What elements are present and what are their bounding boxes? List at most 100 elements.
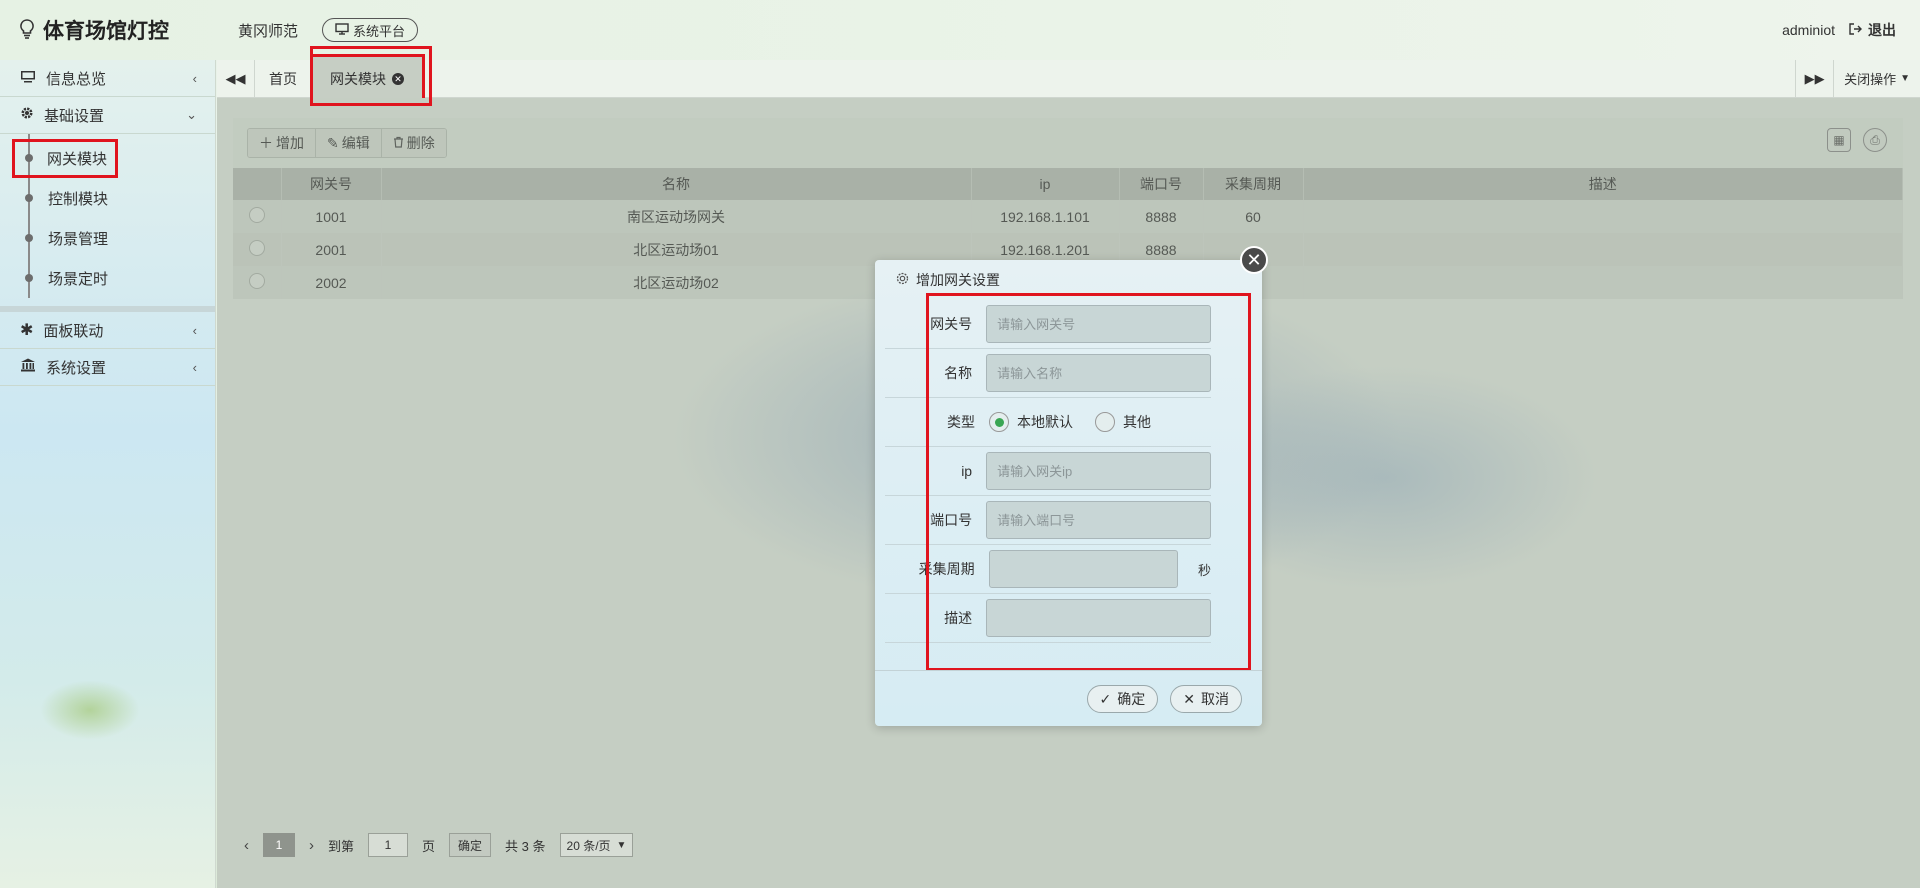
sidebar-item-scene-management[interactable]: 场景管理 xyxy=(0,218,215,258)
organization-name: 黄冈师范 xyxy=(238,22,299,40)
page-unit-label: 页 xyxy=(422,838,436,854)
sidebar-item-label: 控制模块 xyxy=(48,190,109,208)
cancel-label: 取消 xyxy=(1201,691,1229,707)
sidebar-item-label: 系统设置 xyxy=(46,359,107,377)
cell-port: 8888 xyxy=(1119,200,1204,233)
tab-scroll-right-button[interactable]: ▶▶ xyxy=(1795,60,1833,97)
current-page[interactable]: 1 xyxy=(263,833,295,857)
sidebar-item-basic-settings[interactable]: 基础设置 ⌄ xyxy=(0,97,215,134)
sidebar-item-label: 场景定时 xyxy=(48,270,109,288)
header-user-area: adminiot 退出 xyxy=(1782,20,1920,40)
table-header-row: 网关号 名称 ip 端口号 采集周期 描述 xyxy=(233,168,1903,200)
sidebar-item-panel-linkage[interactable]: ✱ 面板联动 ‹ xyxy=(0,312,215,349)
cell-gateway-id: 2001 xyxy=(281,233,382,266)
chevron-left-icon: ‹ xyxy=(192,322,197,338)
table-header: 描述 xyxy=(1303,168,1903,200)
tab-spacer xyxy=(423,60,1795,97)
edit-button[interactable]: ✎ 编辑 xyxy=(316,129,382,157)
double-chevron-left-icon: ◀◀ xyxy=(225,70,246,86)
close-icon[interactable]: ✕ xyxy=(392,73,404,85)
radio-icon[interactable] xyxy=(248,240,265,256)
double-chevron-right-icon: ▶▶ xyxy=(1804,70,1825,86)
close-dialog-button[interactable]: ✕ xyxy=(1240,246,1268,274)
logout-button[interactable]: 退出 xyxy=(1849,20,1896,40)
cell-gateway-id: 2002 xyxy=(281,266,382,299)
add-button[interactable]: ＋ 增加 xyxy=(248,129,316,157)
table-header: 端口号 xyxy=(1119,168,1204,200)
page-size-select[interactable]: 20 条/页 ▼ xyxy=(559,833,634,857)
table-header: 名称 xyxy=(381,168,972,200)
dialog-title: 增加网关设置 xyxy=(895,270,1000,290)
plus-icon: ＋ xyxy=(259,135,273,151)
goto-page-input[interactable]: 1 xyxy=(368,833,409,857)
x-icon: ✕ xyxy=(1183,690,1195,707)
sidebar-item-system-settings[interactable]: 系统设置 ‹ xyxy=(0,349,215,386)
cell-period: 60 xyxy=(1203,200,1304,233)
sidebar-item-control-module[interactable]: 控制模块 xyxy=(0,178,215,218)
sidebar-item-overview[interactable]: 信息总览 ‹ xyxy=(0,60,215,97)
form-highlight-box xyxy=(926,293,1251,671)
asterisk-icon: ✱ xyxy=(20,322,34,339)
cell-ip: 192.168.1.101 xyxy=(971,200,1120,233)
username: adminiot xyxy=(1782,22,1835,38)
close-icon: ✕ xyxy=(1246,249,1262,270)
cell-desc xyxy=(1303,233,1903,266)
table-row[interactable]: 1001 南区运动场网关 192.168.1.101 8888 60 xyxy=(233,200,1903,233)
delete-button[interactable]: 删除 xyxy=(381,129,446,157)
page-size-value: 20 条/页 xyxy=(566,838,611,853)
close-operations-label: 关闭操作 xyxy=(1844,72,1897,87)
sidebar-item-scene-timer[interactable]: 场景定时 xyxy=(0,258,215,298)
table-tools: ▦ ⎙ xyxy=(1827,128,1887,152)
add-label: 增加 xyxy=(276,135,304,151)
top-header: 体育场馆灯控 黄冈师范 系统平台 adminiot 退出 xyxy=(0,0,1920,60)
monitor-icon xyxy=(20,70,36,87)
dialog-footer: ✓ 确定 ✕ 取消 xyxy=(1086,685,1242,713)
sidebar: 信息总览 ‹ 基础设置 ⌄ 网关模块 控制模块 场景管理 场景定时 ✱ 面板联动… xyxy=(0,60,216,888)
goto-label: 到第 xyxy=(328,838,355,854)
radio-icon[interactable] xyxy=(248,273,265,289)
lightbulb-icon xyxy=(20,18,34,42)
cell-desc xyxy=(1303,200,1903,233)
system-platform-label: 系统平台 xyxy=(353,23,406,39)
row-select[interactable] xyxy=(233,233,282,266)
toolbar: ＋ 增加 ✎ 编辑 删除 xyxy=(247,128,447,158)
columns-toggle-button[interactable]: ▦ xyxy=(1827,128,1851,152)
sidebar-item-label: 基础设置 xyxy=(44,107,105,125)
logout-label: 退出 xyxy=(1868,22,1896,38)
sidebar-item-gateway-module[interactable]: 网关模块 xyxy=(0,138,215,178)
chevron-left-icon[interactable]: ‹ xyxy=(244,837,249,854)
cell-desc xyxy=(1303,266,1903,299)
brand: 体育场馆灯控 xyxy=(0,15,216,45)
radio-icon[interactable] xyxy=(248,207,265,223)
trash-icon xyxy=(393,135,404,151)
chevron-left-icon: ‹ xyxy=(192,359,197,375)
caret-down-icon: ▼ xyxy=(1900,73,1910,84)
close-operations-dropdown[interactable]: 关闭操作 ▼ xyxy=(1833,60,1920,97)
table-header-select xyxy=(233,168,282,200)
gateway-list-panel: ＋ 增加 ✎ 编辑 删除 ▦ ⎙ 网关号 名称 ip 端口号 采集周期 描述 1… xyxy=(233,118,1903,299)
tab-scroll-left-button[interactable]: ◀◀ xyxy=(217,60,255,97)
monitor-icon xyxy=(335,22,349,38)
goto-confirm-button[interactable]: 确定 xyxy=(449,833,492,857)
chevron-left-icon: ‹ xyxy=(192,70,197,86)
row-select[interactable] xyxy=(233,200,282,233)
cancel-button[interactable]: ✕ 取消 xyxy=(1170,685,1242,713)
pencil-icon: ✎ xyxy=(327,134,339,151)
row-select[interactable] xyxy=(233,266,282,299)
confirm-button[interactable]: ✓ 确定 xyxy=(1086,685,1159,713)
sidebar-submenu: 网关模块 控制模块 场景管理 场景定时 xyxy=(0,134,215,312)
table-header: ip xyxy=(971,168,1120,200)
print-button[interactable]: ⎙ xyxy=(1863,128,1887,152)
dialog-title-text: 增加网关设置 xyxy=(916,272,1000,288)
printer-icon: ⎙ xyxy=(1870,132,1880,147)
tab-label: 网关模块 xyxy=(330,71,386,87)
add-gateway-dialog: 增加网关设置 ✕ 网关号 名称 类型 本地默认 其他 ip 端口号 采集周期 秒… xyxy=(875,246,1268,726)
tab-label: 首页 xyxy=(269,70,297,87)
app-title: 体育场馆灯控 xyxy=(43,20,169,43)
edit-label: 编辑 xyxy=(341,135,370,151)
tab-home[interactable]: 首页 xyxy=(255,60,312,97)
system-platform-button[interactable]: 系统平台 xyxy=(322,18,419,42)
tab-gateway-module[interactable]: 网关模块 ✕ xyxy=(310,54,425,104)
chevron-right-icon[interactable]: › xyxy=(309,837,314,854)
dialog-divider xyxy=(875,670,1262,671)
